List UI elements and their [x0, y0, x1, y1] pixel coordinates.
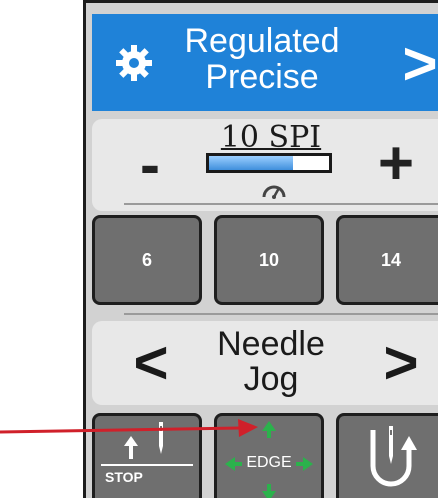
- pointer-arrow: [0, 419, 258, 437]
